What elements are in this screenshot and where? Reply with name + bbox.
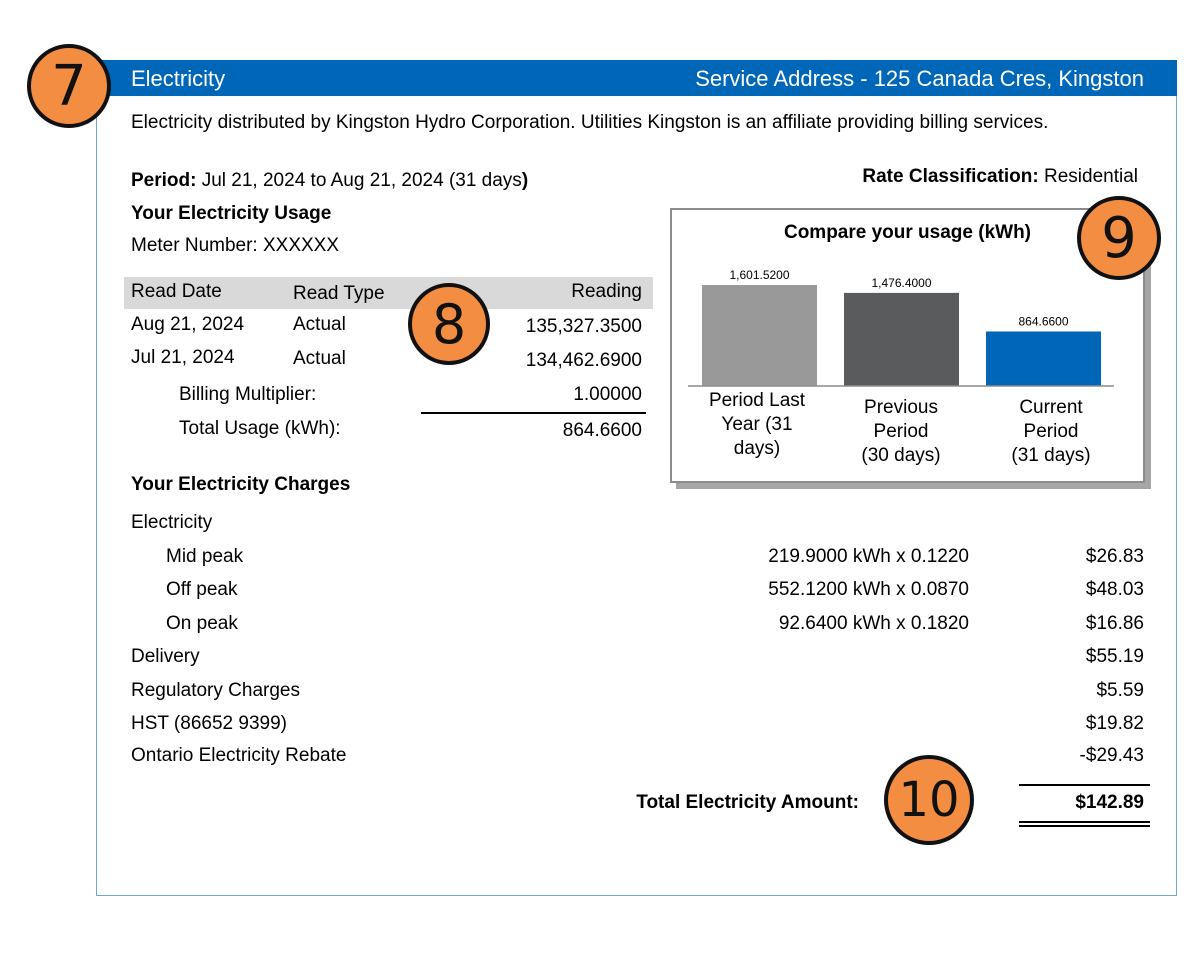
category-label: Current [1019, 397, 1083, 418]
category-label: Period [874, 421, 929, 442]
chart-bar [702, 285, 817, 386]
callout-badge-7: 7 [27, 44, 111, 128]
reading-row-type: Actual [293, 314, 346, 335]
category-label: (30 days) [861, 445, 940, 466]
charge-detail: 92.6400 kWh x 0.1820 [778, 613, 969, 634]
charge-detail: 552.1200 kWh x 0.0870 [768, 579, 969, 600]
charges-heading: Your Electricity Charges [131, 474, 351, 495]
charge-label: HST (86652 9399) [131, 713, 287, 734]
section-header-bar: Electricity Service Address - 125 Canada… [96, 60, 1177, 96]
period-value: Jul 21, 2024 to Aug 21, 2024 (31 days [201, 170, 522, 191]
charge-amount: $19.82 [1085, 713, 1144, 734]
total-usage-label: Total Usage (kWh): [179, 418, 341, 439]
meter-number: Meter Number: XXXXXX [131, 235, 340, 256]
category-label: days) [734, 438, 780, 459]
electricity-subheading: Electricity [131, 512, 213, 533]
total-amount-label: Total Electricity Amount: [636, 792, 859, 813]
charge-detail: 219.9000 kWh x 0.1220 [768, 546, 969, 567]
bar-value-label: 1,601.5200 [729, 268, 789, 282]
total-top-rule [1019, 784, 1150, 786]
total-double-rule [1019, 821, 1150, 823]
period-label: Period: [131, 170, 197, 191]
chart-bar [844, 292, 959, 386]
category-label: Previous [864, 397, 938, 418]
total-double-rule [1019, 825, 1150, 827]
billing-multiplier-value: 1.00000 [573, 384, 642, 405]
column-read-date: Read Date [131, 281, 222, 302]
charge-label: Off peak [166, 579, 238, 600]
category-label: Period [1024, 421, 1079, 442]
total-amount-value: $142.89 [1075, 792, 1144, 813]
charge-label: On peak [166, 613, 238, 634]
usage-comparison-chart: Compare your usage (kWh) 1,601.5200 Perio… [670, 208, 1145, 483]
category-label: Year (31 [721, 414, 792, 435]
charge-label: Delivery [131, 646, 200, 667]
reading-row-date: Aug 21, 2024 [131, 314, 245, 335]
section-title: Electricity [131, 66, 226, 91]
chart-bar [986, 331, 1101, 386]
total-usage-value: 864.6600 [562, 420, 642, 441]
charge-amount: $26.83 [1085, 546, 1144, 567]
bar-value-label: 864.6600 [1018, 314, 1068, 328]
rate-classification-label: Rate Classification: [862, 166, 1039, 187]
reading-row-value: 135,327.3500 [525, 316, 642, 337]
billing-period: Period: Jul 21, 2024 to Aug 21, 2024 (31… [131, 170, 528, 192]
rate-classification: Rate Classification: Residential [862, 166, 1138, 188]
charge-amount: $48.03 [1085, 579, 1144, 600]
reading-row-date: Jul 21, 2024 [131, 347, 235, 368]
charge-amount: $5.59 [1096, 680, 1144, 701]
charge-label: Mid peak [166, 546, 244, 567]
reading-row-type: Actual [293, 348, 346, 369]
category-label: Period Last [709, 390, 806, 411]
callout-badge-8: 8 [408, 283, 490, 365]
usage-bar-chart: 1,601.5200 Period Last Year (31 days) 1,476.… [688, 268, 1114, 466]
column-reading: Reading [571, 281, 642, 302]
bar-value-label: 1,476.4000 [871, 276, 931, 290]
period-close: ) [521, 170, 529, 191]
column-read-type: Read Type [293, 283, 385, 304]
charge-amount: $55.19 [1085, 646, 1144, 667]
category-label: (31 days) [1011, 445, 1090, 466]
charge-amount: $16.86 [1085, 613, 1144, 634]
reading-row-value: 134,462.6900 [525, 350, 642, 371]
rate-classification-value: Residential [1044, 166, 1138, 187]
billing-multiplier-label: Billing Multiplier: [179, 384, 317, 405]
service-address: Service Address - 125 Canada Cres, Kings… [695, 66, 1144, 91]
usage-heading: Your Electricity Usage [131, 203, 332, 224]
distribution-description: Electricity distributed by Kingston Hydr… [131, 112, 1049, 133]
charge-label: Regulatory Charges [131, 680, 300, 701]
callout-badge-9: 9 [1077, 196, 1161, 280]
total-usage-rule [421, 412, 646, 414]
charge-amount: -$29.43 [1079, 745, 1144, 766]
charge-label: Ontario Electricity Rebate [131, 745, 347, 766]
callout-badge-10: 10 [884, 755, 974, 845]
